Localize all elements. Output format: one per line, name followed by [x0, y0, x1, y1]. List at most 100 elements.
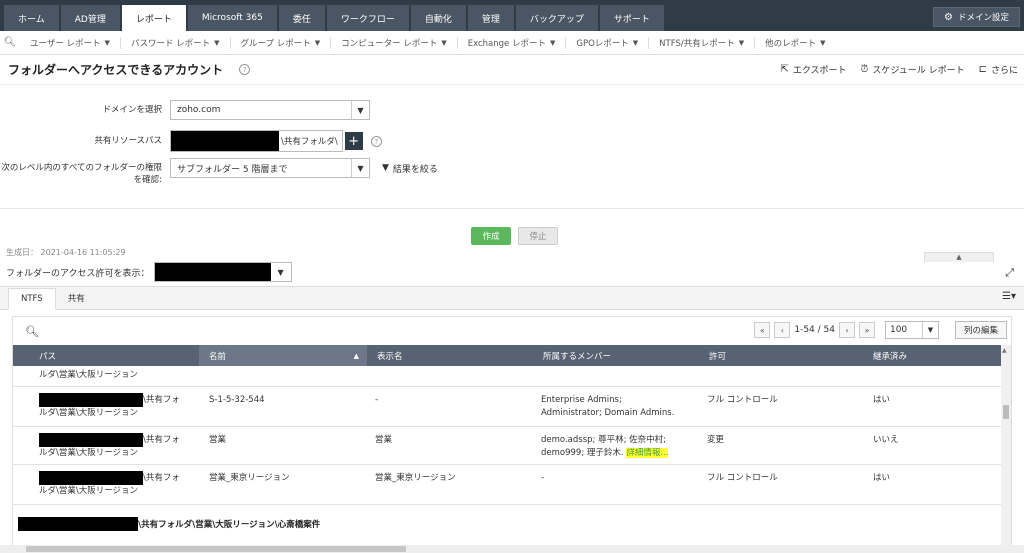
- scroll-thumb[interactable]: [26, 546, 406, 552]
- column-display-name[interactable]: 表示名: [367, 345, 533, 366]
- column-inherited[interactable]: 継承済み: [863, 345, 1003, 366]
- domain-select[interactable]: zoho.com ▼: [170, 100, 370, 120]
- column-name[interactable]: 名前 ▲: [199, 345, 367, 366]
- collapse-handle[interactable]: ▲: [924, 252, 994, 262]
- submenu-label: グループ レポート: [240, 38, 311, 49]
- submenu-gpo-reports[interactable]: GPOレポート ▼: [566, 36, 650, 49]
- edit-columns-button[interactable]: 列の編集: [954, 321, 1007, 339]
- column-permission[interactable]: 許可: [699, 345, 863, 366]
- table-row[interactable]: \共有フォ ルダ\営業\大阪リージョン 営業_東京リージョン 営業_東京リージョ…: [13, 465, 1003, 505]
- cell-inherited: はい: [873, 395, 891, 405]
- tab-automation[interactable]: 自動化: [410, 5, 466, 31]
- page-range: 1-54 / 54: [794, 325, 835, 335]
- column-menu-icon[interactable]: ☰▾: [1002, 291, 1016, 302]
- first-page-button[interactable]: «: [754, 322, 771, 338]
- more-button[interactable]: ⊏ さらに: [979, 63, 1018, 76]
- create-button[interactable]: 作成: [471, 227, 511, 245]
- next-page-button[interactable]: ›: [838, 322, 855, 338]
- tab-reports[interactable]: レポート: [121, 5, 186, 31]
- stop-button[interactable]: 停止: [518, 227, 558, 245]
- submenu-user-reports[interactable]: ユーザー レポート ▼: [20, 36, 121, 49]
- tab-home[interactable]: ホーム: [4, 5, 59, 31]
- fullscreen-icon[interactable]: ⤢: [1005, 266, 1014, 280]
- tab-ad-management[interactable]: AD管理: [60, 5, 120, 31]
- tab-delegation[interactable]: 委任: [278, 5, 325, 31]
- tab-workflow[interactable]: ワークフロー: [326, 5, 409, 31]
- share-path-input[interactable]: \共有フォルダ\: [170, 130, 343, 152]
- help-icon[interactable]: ?: [239, 64, 251, 75]
- prev-page-button[interactable]: ‹: [774, 322, 791, 338]
- horizontal-scrollbar[interactable]: [0, 545, 1024, 553]
- schedule-report-button[interactable]: ⏰︎ スケジュール レポート: [861, 63, 965, 76]
- table-row[interactable]: ルダ\営業\大阪リージョン: [13, 366, 1003, 387]
- table-row[interactable]: \共有フォ ルダ\営業\大阪リージョン 営業 営業 demo.adssp; 尊平…: [13, 427, 1003, 465]
- chevron-down-icon: ▼: [351, 159, 369, 177]
- filter-results-link[interactable]: ▼ 結果を絞る: [382, 162, 438, 175]
- table-header: パス 名前 ▲ 表示名 所属するメンバー 許可 継承済み: [13, 345, 1003, 366]
- submenu-ntfs-reports[interactable]: NTFS/共有レポート ▼: [649, 36, 756, 49]
- submenu-group-reports[interactable]: グループ レポート ▼: [231, 36, 332, 49]
- cell-members: Administrator; Domain Admins.: [541, 408, 675, 418]
- add-path-button[interactable]: +: [344, 132, 363, 150]
- column-path[interactable]: パス: [13, 345, 199, 366]
- last-page-button[interactable]: »: [858, 322, 875, 338]
- cell-name: 営業: [209, 435, 227, 445]
- show-permissions-label: フォルダーのアクセス許可を表示：: [6, 268, 150, 279]
- cell-members: demo999; 理子鈴木. 詳細情報...: [541, 447, 669, 460]
- chevron-down-icon: ▼: [104, 38, 110, 47]
- submenu-computer-reports[interactable]: コンピューター レポート ▼: [331, 36, 458, 49]
- domain-settings-label: ドメイン設定: [957, 13, 1009, 23]
- search-icon[interactable]: 🔍︎: [0, 37, 20, 48]
- submenu-label: コンピューター レポート: [341, 38, 438, 49]
- column-members[interactable]: 所属するメンバー: [533, 345, 699, 366]
- submenu-label: GPOレポート: [576, 38, 629, 49]
- tab-microsoft-365[interactable]: Microsoft 365: [187, 5, 277, 31]
- domain-label: ドメインを選択: [102, 105, 162, 115]
- cell-path: ルダ\営業\大阪リージョン: [39, 408, 139, 418]
- filter-label: 結果を絞る: [392, 164, 438, 175]
- folder-level-label-line2: を確認:: [133, 175, 162, 185]
- redacted-block: [18, 517, 138, 531]
- submenu-password-reports[interactable]: パスワード レポート ▼: [121, 36, 231, 49]
- cell-inherited: はい: [873, 473, 891, 483]
- more-info-link[interactable]: 詳細情報...: [626, 448, 669, 458]
- submenu-exchange-reports[interactable]: Exchange レポート ▼: [458, 36, 567, 49]
- vertical-scrollbar[interactable]: ▲: [1001, 345, 1011, 553]
- tab-admin[interactable]: 管理: [467, 5, 514, 31]
- submenu-label: NTFS/共有レポート: [659, 38, 735, 49]
- submenu-other-reports[interactable]: 他のレポート ▼: [755, 37, 835, 49]
- scroll-up-icon[interactable]: ▲: [1002, 347, 1007, 354]
- column-name-label: 名前: [209, 351, 227, 362]
- section-divider: [0, 208, 1024, 209]
- tab-share[interactable]: 共有: [56, 287, 97, 309]
- page-title: フォルダーへアクセスできるアカウント: [8, 63, 224, 77]
- tab-ntfs[interactable]: NTFS: [8, 288, 56, 310]
- help-icon[interactable]: ?: [370, 135, 382, 147]
- folder-level-label: 次のレベル内のすべてのフォルダーの権限 を確認:: [0, 162, 170, 186]
- share-path-value: \共有フォルダ\: [281, 137, 338, 147]
- page-size-value: 100: [889, 325, 908, 335]
- tab-backup[interactable]: バックアップ: [515, 5, 598, 31]
- tab-support[interactable]: サポート: [599, 5, 664, 31]
- page-size-select[interactable]: 100 ▼: [884, 321, 939, 339]
- cell-inherited: いいえ: [873, 435, 899, 445]
- search-icon[interactable]: 🔍︎: [25, 325, 39, 338]
- submenu-label: パスワード レポート: [130, 38, 211, 49]
- show-permissions-select[interactable]: ▼: [153, 262, 292, 282]
- folder-level-select[interactable]: サブフォルダー 5 階層まで ▼: [170, 158, 370, 178]
- pagination: « ‹ 1-54 / 54 › » 100 ▼ 列の編集: [754, 321, 1007, 339]
- page-header: フォルダーへアクセスできるアカウント ? ⇱ エクスポート ⏰︎ スケジュール レポ…: [0, 55, 1024, 85]
- more-icon: ⊏: [978, 64, 987, 75]
- domain-settings-button[interactable]: ⚙ ドメイン設定: [933, 7, 1020, 27]
- alarm-clock-icon: ⏰︎: [860, 64, 869, 75]
- redacted-block: [39, 393, 143, 407]
- group-path-label: \共有フォルダ\営業\大阪リージョン\心斎橋案件: [138, 520, 321, 530]
- chevron-down-icon: ▼: [921, 322, 938, 338]
- cell-path: ルダ\営業\大阪リージョン: [39, 486, 139, 496]
- redacted-block: [171, 131, 279, 151]
- folder-level-label-line1: 次のレベル内のすべてのフォルダーの権限: [1, 163, 162, 173]
- table-row[interactable]: \共有フォ ルダ\営業\大阪リージョン S-1-5-32-544 - Enter…: [13, 387, 1003, 427]
- scroll-thumb[interactable]: [1003, 405, 1009, 419]
- cell-members: -: [541, 473, 545, 483]
- export-button[interactable]: ⇱ エクスポート: [780, 63, 846, 76]
